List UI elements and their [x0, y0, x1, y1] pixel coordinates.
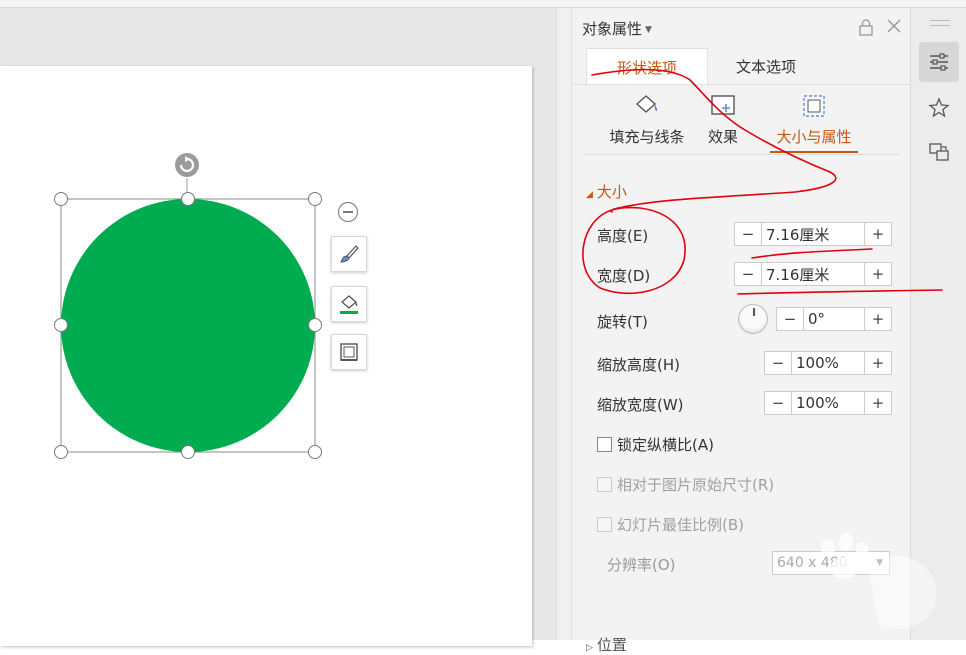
- paint-bucket-icon: [635, 95, 658, 113]
- tab-text-options-label: 文本选项: [735, 57, 796, 76]
- checkbox-box[interactable]: [597, 437, 612, 452]
- panel-title[interactable]: 对象属性 ▼: [582, 18, 652, 39]
- section-size-header[interactable]: ◢ 大小: [586, 181, 627, 202]
- lock-aspect-label: 锁定纵横比(A): [617, 436, 714, 454]
- triangle-right-icon: ▷: [586, 643, 593, 653]
- resize-handle-left[interactable]: [54, 318, 68, 332]
- shape-outline-button[interactable]: [331, 334, 367, 370]
- resize-handle-right[interactable]: [308, 318, 322, 332]
- paint-bucket-icon: [340, 295, 358, 314]
- section-divider: [584, 154, 900, 155]
- tab-divider: [572, 84, 910, 85]
- section-position-header[interactable]: ▷ 位置: [586, 634, 627, 655]
- rotation-decrease-button[interactable]: −: [777, 308, 804, 330]
- active-subtab-indicator: [770, 151, 858, 153]
- panel-title-text: 对象属性: [582, 20, 643, 38]
- custom-animation-button[interactable]: [919, 88, 959, 128]
- editing-canvas[interactable]: [0, 8, 556, 646]
- resize-handle-bottom-right[interactable]: [308, 445, 322, 459]
- transition-icon: [929, 143, 949, 161]
- subtab-fill-line-label: 填充与线条: [609, 128, 685, 146]
- minus-circle-icon[interactable]: [337, 201, 359, 223]
- scale-height-spinner[interactable]: − 100% +: [764, 351, 892, 375]
- shape-style-button[interactable]: [331, 236, 367, 272]
- checkbox-box: [597, 477, 612, 492]
- slide-page[interactable]: [0, 66, 532, 646]
- rotate-handle[interactable]: [175, 153, 199, 177]
- effect-icon: [711, 95, 735, 115]
- rotation-input[interactable]: 0°: [804, 308, 864, 330]
- size-frame-icon: [803, 95, 825, 117]
- sliders-icon: [930, 53, 948, 71]
- rotation-spinner[interactable]: − 0° +: [776, 307, 892, 331]
- width-decrease-button[interactable]: −: [735, 263, 762, 285]
- best-scale-checkbox: 幻灯片最佳比例(B): [597, 514, 744, 535]
- scale-width-increase-button[interactable]: +: [864, 392, 891, 414]
- rotation-dial[interactable]: [738, 304, 768, 334]
- rotation-label: 旋转(T): [597, 313, 648, 331]
- relative-original-size-checkbox: 相对于图片原始尺寸(R): [597, 474, 774, 495]
- subtab-effect[interactable]: 效果: [698, 92, 748, 147]
- section-size-label: 大小: [596, 183, 627, 201]
- window-top-strip: [0, 0, 966, 8]
- resize-handle-top-right[interactable]: [308, 192, 322, 206]
- scale-width-input[interactable]: 100%: [792, 392, 864, 414]
- lock-aspect-checkbox[interactable]: 锁定纵横比(A): [597, 434, 714, 455]
- shape-fill-button[interactable]: [331, 286, 367, 322]
- shape-layer: [54, 153, 359, 459]
- scale-width-decrease-button[interactable]: −: [765, 392, 792, 414]
- height-increase-button[interactable]: +: [864, 223, 891, 245]
- scale-height-input[interactable]: 100%: [792, 352, 864, 374]
- resize-handle-bottom[interactable]: [181, 445, 195, 459]
- height-spinner[interactable]: − 7.16厘米 +: [734, 222, 892, 246]
- tab-text-options[interactable]: 文本选项: [706, 48, 826, 84]
- panel-splitter[interactable]: [556, 8, 572, 640]
- star-icon: [928, 97, 950, 118]
- green-circle-shape[interactable]: [61, 199, 315, 452]
- scale-height-decrease-button[interactable]: −: [765, 352, 792, 374]
- checkbox-box: [597, 517, 612, 532]
- scale-height-label: 缩放高度(H): [597, 356, 680, 374]
- scale-height-increase-button[interactable]: +: [864, 352, 891, 374]
- subtab-size-properties[interactable]: 大小与属性: [768, 92, 860, 147]
- resize-handle-top-left[interactable]: [54, 192, 68, 206]
- close-icon[interactable]: [885, 17, 903, 35]
- subtab-size-properties-label: 大小与属性: [776, 128, 852, 146]
- relative-original-size-label: 相对于图片原始尺寸(R): [617, 476, 775, 494]
- best-scale-label: 幻灯片最佳比例(B): [617, 516, 744, 534]
- slide-transition-button[interactable]: [919, 132, 959, 172]
- width-spinner[interactable]: − 7.16厘米 +: [734, 262, 892, 286]
- brush-icon: [340, 245, 359, 263]
- section-position-label: 位置: [596, 636, 627, 654]
- height-label: 高度(E): [597, 227, 649, 245]
- chevron-down-icon: ▼: [645, 24, 652, 35]
- rotation-increase-button[interactable]: +: [864, 308, 891, 330]
- width-label: 宽度(D): [597, 267, 651, 285]
- resize-handle-bottom-left[interactable]: [54, 445, 68, 459]
- subtab-fill-line[interactable]: 填充与线条: [588, 92, 706, 147]
- resize-handle-top[interactable]: [181, 192, 195, 206]
- subtab-effect-label: 效果: [707, 128, 738, 146]
- width-increase-button[interactable]: +: [864, 263, 891, 285]
- resolution-label: 分辨率(O): [607, 556, 676, 574]
- watermark-logo: [821, 533, 937, 630]
- sidebar-grip[interactable]: [930, 20, 950, 30]
- scale-width-label: 缩放宽度(W): [597, 396, 684, 414]
- scale-width-spinner[interactable]: − 100% +: [764, 391, 892, 415]
- height-decrease-button[interactable]: −: [735, 223, 762, 245]
- object-properties-button[interactable]: [919, 42, 959, 82]
- height-input[interactable]: 7.16厘米: [762, 223, 864, 245]
- width-input[interactable]: 7.16厘米: [762, 263, 864, 285]
- tab-shape-options-label: 形状选项: [616, 58, 677, 77]
- tab-shape-options[interactable]: 形状选项: [586, 48, 708, 85]
- triangle-down-icon: ◢: [586, 190, 593, 200]
- lock-icon[interactable]: [858, 18, 874, 36]
- frame-icon: [340, 343, 358, 361]
